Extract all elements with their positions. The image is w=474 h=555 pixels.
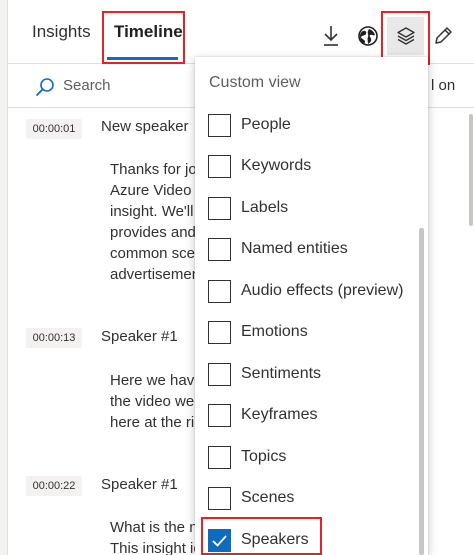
option-label: Labels	[241, 199, 289, 216]
option-label: Emotions	[241, 323, 308, 340]
checkbox[interactable]	[208, 280, 231, 303]
checkbox[interactable]	[208, 446, 231, 469]
layers-icon	[396, 27, 415, 45]
option-labels[interactable]: Labels	[195, 190, 415, 230]
timestamp[interactable]: 00:00:22	[26, 476, 82, 496]
pencil-icon	[435, 27, 452, 44]
checkbox[interactable]	[208, 363, 231, 386]
transcript-scrollbar-thumb[interactable]	[469, 114, 473, 226]
transcript-line: What is the n	[110, 519, 198, 536]
download-icon	[324, 26, 338, 46]
menu-scrollbar-thumb[interactable]	[419, 228, 424, 555]
speakers-option-highlight	[201, 517, 322, 555]
option-label: Keywords	[241, 157, 312, 174]
download-button[interactable]	[317, 20, 345, 52]
transcript-line: common sce	[110, 245, 196, 262]
speaker-name: Speaker #1	[101, 328, 178, 345]
transcript-line: provides and	[110, 224, 196, 241]
globe-icon	[358, 26, 378, 46]
option-named-entities[interactable]: Named entities	[195, 231, 415, 271]
option-keywords[interactable]: Keywords	[195, 148, 415, 188]
option-audio-effects[interactable]: Audio effects (preview)	[195, 273, 415, 313]
option-keyframes[interactable]: Keyframes	[195, 397, 415, 437]
custom-view-title: Custom view	[209, 74, 301, 91]
option-people[interactable]: People	[195, 107, 415, 147]
speaker-name: New speaker	[101, 118, 189, 135]
transcript-line: Azure Video	[110, 182, 192, 199]
transcript-line: here at the ri	[110, 414, 195, 431]
option-topics[interactable]: Topics	[195, 439, 415, 479]
option-label: Audio effects (preview)	[241, 282, 404, 299]
checkbox[interactable]	[208, 238, 231, 261]
search-input[interactable]: Search	[63, 77, 111, 94]
checkbox[interactable]	[208, 487, 231, 510]
option-label: Keyframes	[241, 406, 318, 423]
left-panel-edge	[0, 0, 8, 555]
checkbox[interactable]	[208, 114, 231, 137]
transcript-line: advertisemen	[110, 266, 201, 283]
speaker-name: Speaker #1	[101, 476, 178, 493]
option-scenes[interactable]: Scenes	[195, 480, 415, 520]
transcript-line: This insight io	[110, 540, 202, 555]
option-label: Topics	[241, 448, 287, 465]
timestamp[interactable]: 00:00:13	[26, 328, 82, 348]
option-label: Named entities	[241, 240, 348, 257]
checkbox[interactable]	[208, 197, 231, 220]
transcript-line: Here we have	[110, 372, 203, 389]
custom-view-button[interactable]	[387, 17, 424, 55]
timestamp[interactable]: 00:00:01	[26, 119, 82, 139]
transcript-line: the video we	[110, 393, 195, 410]
option-label: Sentiments	[241, 365, 322, 382]
language-button[interactable]	[354, 20, 382, 52]
transcript-line: Thanks for jo	[110, 161, 197, 178]
tab-insights[interactable]: Insights	[32, 22, 91, 42]
checkbox[interactable]	[208, 404, 231, 427]
option-sentiments[interactable]: Sentiments	[195, 356, 415, 396]
edit-button[interactable]	[429, 20, 457, 52]
option-label: Scenes	[241, 489, 295, 506]
option-emotions[interactable]: Emotions	[195, 314, 415, 354]
checkbox[interactable]	[208, 155, 231, 178]
checkbox[interactable]	[208, 321, 231, 344]
search-icon	[35, 78, 54, 97]
active-tab-indicator	[107, 57, 178, 60]
option-label: People	[241, 116, 291, 133]
tab-timeline[interactable]: Timeline	[114, 22, 183, 42]
transcript-line: insight. We'll	[110, 203, 194, 220]
search-row-trailing-text: l on	[431, 77, 456, 94]
custom-view-menu: Custom view People Keywords Labels Named…	[195, 57, 428, 555]
